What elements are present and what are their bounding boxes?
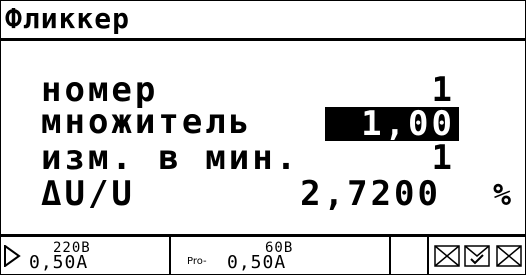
status-bar: 220В 0,50А Pro- 60В 0,50А [1,234,525,274]
meter2-prefix: Pro- [187,256,207,267]
status-icons [429,237,525,274]
per-minute-label: изм. в мин. [41,138,300,178]
multiplier-value[interactable]: 1,00 [361,107,455,141]
title-bar: Фликкер [1,1,525,41]
flicker-screen: Фликкер номер 1 множитель 1,00 изм. в ми… [0,0,526,275]
meter2-status: Pro- 60В 0,50А [171,237,391,274]
meter1-current: 0,50А [29,252,89,273]
number-value[interactable]: 1 [432,73,455,107]
multiplier-label: множитель [41,102,253,142]
meter1-status: 220В 0,50А [1,237,171,274]
status-empty-cell [391,237,429,274]
envelope-cross-icon [496,245,522,267]
play-icon [4,245,21,267]
envelope-check-icon [464,245,490,267]
per-minute-value[interactable]: 1 [432,141,455,175]
delta-u-value[interactable]: 2,7200 [300,177,441,211]
delta-u-label: ΔU/U [41,174,135,214]
meter2-current: 0,50А [227,252,287,273]
page-title: Фликкер [5,2,131,35]
envelope-cross-icon [434,245,460,267]
delta-u-unit: % [492,178,511,213]
